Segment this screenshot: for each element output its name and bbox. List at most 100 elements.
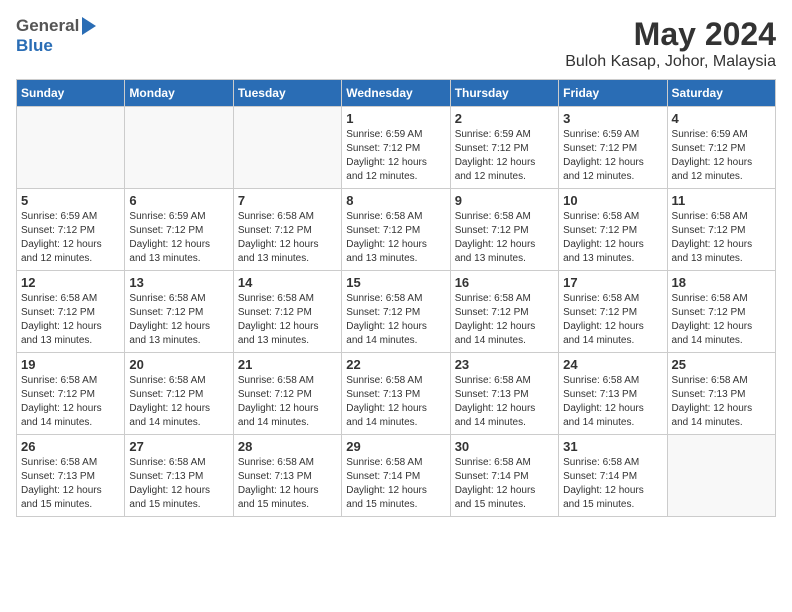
day-info: Sunrise: 6:58 AM Sunset: 7:12 PM Dayligh… [129, 292, 228, 348]
day-info: Sunrise: 6:58 AM Sunset: 7:14 PM Dayligh… [346, 456, 445, 512]
day-number: 3 [563, 111, 662, 126]
calendar-cell: 17 Sunrise: 6:58 AM Sunset: 7:12 PM Dayli… [559, 271, 667, 353]
day-number: 1 [346, 111, 445, 126]
calendar-cell: 27 Sunrise: 6:58 AM Sunset: 7:13 PM Dayli… [125, 435, 233, 517]
day-number: 5 [21, 193, 120, 208]
day-info: Sunrise: 6:59 AM Sunset: 7:12 PM Dayligh… [672, 128, 771, 184]
month-title: May 2024 [565, 16, 776, 53]
day-number: 16 [455, 275, 554, 290]
day-number: 31 [563, 439, 662, 454]
calendar-cell: 18 Sunrise: 6:58 AM Sunset: 7:12 PM Dayli… [667, 271, 775, 353]
calendar-cell [667, 435, 775, 517]
calendar-header-row: SundayMondayTuesdayWednesdayThursdayFrid… [17, 80, 776, 107]
calendar-cell: 16 Sunrise: 6:58 AM Sunset: 7:12 PM Dayli… [450, 271, 558, 353]
day-number: 7 [238, 193, 337, 208]
day-number: 30 [455, 439, 554, 454]
day-info: Sunrise: 6:59 AM Sunset: 7:12 PM Dayligh… [346, 128, 445, 184]
day-info: Sunrise: 6:58 AM Sunset: 7:13 PM Dayligh… [346, 374, 445, 430]
calendar-week-row: 5 Sunrise: 6:59 AM Sunset: 7:12 PM Daylig… [17, 189, 776, 271]
calendar-cell: 9 Sunrise: 6:58 AM Sunset: 7:12 PM Daylig… [450, 189, 558, 271]
calendar-cell: 19 Sunrise: 6:58 AM Sunset: 7:12 PM Dayli… [17, 353, 125, 435]
day-number: 28 [238, 439, 337, 454]
calendar-cell: 31 Sunrise: 6:58 AM Sunset: 7:14 PM Dayli… [559, 435, 667, 517]
day-info: Sunrise: 6:59 AM Sunset: 7:12 PM Dayligh… [129, 210, 228, 266]
weekday-header: Thursday [450, 80, 558, 107]
calendar-cell: 2 Sunrise: 6:59 AM Sunset: 7:12 PM Daylig… [450, 107, 558, 189]
day-info: Sunrise: 6:58 AM Sunset: 7:13 PM Dayligh… [21, 456, 120, 512]
calendar-week-row: 12 Sunrise: 6:58 AM Sunset: 7:12 PM Dayli… [17, 271, 776, 353]
day-info: Sunrise: 6:59 AM Sunset: 7:12 PM Dayligh… [563, 128, 662, 184]
day-number: 12 [21, 275, 120, 290]
calendar-cell: 13 Sunrise: 6:58 AM Sunset: 7:12 PM Dayli… [125, 271, 233, 353]
calendar-cell: 24 Sunrise: 6:58 AM Sunset: 7:13 PM Dayli… [559, 353, 667, 435]
day-info: Sunrise: 6:59 AM Sunset: 7:12 PM Dayligh… [455, 128, 554, 184]
day-info: Sunrise: 6:58 AM Sunset: 7:12 PM Dayligh… [563, 292, 662, 348]
day-number: 9 [455, 193, 554, 208]
calendar-cell [233, 107, 341, 189]
day-info: Sunrise: 6:58 AM Sunset: 7:14 PM Dayligh… [455, 456, 554, 512]
calendar-cell: 23Sunrise: 6:58 AM Sunset: 7:13 PM Dayli… [450, 353, 558, 435]
calendar-cell: 25Sunrise: 6:58 AM Sunset: 7:13 PM Dayli… [667, 353, 775, 435]
day-info: Sunrise: 6:58 AM Sunset: 7:12 PM Dayligh… [455, 292, 554, 348]
logo-general: General [16, 16, 79, 36]
weekday-header: Saturday [667, 80, 775, 107]
calendar-cell: 15 Sunrise: 6:58 AM Sunset: 7:12 PM Dayli… [342, 271, 450, 353]
calendar-cell: 29 Sunrise: 6:58 AM Sunset: 7:14 PM Dayli… [342, 435, 450, 517]
location-title: Buloh Kasap, Johor, Malaysia [565, 53, 776, 71]
day-number: 11 [672, 193, 771, 208]
day-number: 4 [672, 111, 771, 126]
day-number: 29 [346, 439, 445, 454]
day-info: Sunrise: 6:58 AM Sunset: 7:13 PM Dayligh… [455, 374, 554, 430]
day-info: Sunrise: 6:58 AM Sunset: 7:12 PM Dayligh… [455, 210, 554, 266]
day-number: 2 [455, 111, 554, 126]
day-info: Sunrise: 6:58 AM Sunset: 7:12 PM Dayligh… [672, 292, 771, 348]
calendar-cell [17, 107, 125, 189]
calendar-cell: 28 Sunrise: 6:58 AM Sunset: 7:13 PM Dayli… [233, 435, 341, 517]
calendar-cell: 8Sunrise: 6:58 AM Sunset: 7:12 PM Daylig… [342, 189, 450, 271]
day-info: Sunrise: 6:58 AM Sunset: 7:13 PM Dayligh… [129, 456, 228, 512]
day-number: 19 [21, 357, 120, 372]
calendar-cell: 4 Sunrise: 6:59 AM Sunset: 7:12 PM Daylig… [667, 107, 775, 189]
page-header: General Blue May 2024 Buloh Kasap, Johor… [16, 16, 776, 71]
day-number: 17 [563, 275, 662, 290]
calendar-cell: 12 Sunrise: 6:58 AM Sunset: 7:12 PM Dayli… [17, 271, 125, 353]
weekday-header: Friday [559, 80, 667, 107]
logo: General Blue [16, 16, 96, 56]
day-info: Sunrise: 6:58 AM Sunset: 7:12 PM Dayligh… [129, 374, 228, 430]
weekday-header: Monday [125, 80, 233, 107]
day-info: Sunrise: 6:58 AM Sunset: 7:12 PM Dayligh… [672, 210, 771, 266]
day-info: Sunrise: 6:58 AM Sunset: 7:13 PM Dayligh… [238, 456, 337, 512]
calendar-cell: 26 Sunrise: 6:58 AM Sunset: 7:13 PM Dayli… [17, 435, 125, 517]
day-number: 27 [129, 439, 228, 454]
day-info: Sunrise: 6:59 AM Sunset: 7:12 PM Dayligh… [21, 210, 120, 266]
day-info: Sunrise: 6:58 AM Sunset: 7:12 PM Dayligh… [346, 210, 445, 266]
day-number: 20 [129, 357, 228, 372]
day-number: 26 [21, 439, 120, 454]
calendar-cell: 6 Sunrise: 6:59 AM Sunset: 7:12 PM Daylig… [125, 189, 233, 271]
day-info: Sunrise: 6:58 AM Sunset: 7:13 PM Dayligh… [563, 374, 662, 430]
day-number: 14 [238, 275, 337, 290]
day-number: 22 [346, 357, 445, 372]
day-number: 6 [129, 193, 228, 208]
day-info: Sunrise: 6:58 AM Sunset: 7:12 PM Dayligh… [21, 374, 120, 430]
day-number: 18 [672, 275, 771, 290]
calendar-cell: 1 Sunrise: 6:59 AM Sunset: 7:12 PM Daylig… [342, 107, 450, 189]
day-number: 25 [672, 357, 771, 372]
calendar-week-row: 1 Sunrise: 6:59 AM Sunset: 7:12 PM Daylig… [17, 107, 776, 189]
calendar-cell: 3 Sunrise: 6:59 AM Sunset: 7:12 PM Daylig… [559, 107, 667, 189]
calendar-cell: 10Sunrise: 6:58 AM Sunset: 7:12 PM Dayli… [559, 189, 667, 271]
title-area: May 2024 Buloh Kasap, Johor, Malaysia [565, 16, 776, 71]
day-info: Sunrise: 6:58 AM Sunset: 7:12 PM Dayligh… [346, 292, 445, 348]
logo-blue: Blue [16, 36, 53, 56]
weekday-header: Wednesday [342, 80, 450, 107]
calendar-cell: 20 Sunrise: 6:58 AM Sunset: 7:12 PM Dayli… [125, 353, 233, 435]
calendar-cell [125, 107, 233, 189]
calendar-cell: 7Sunrise: 6:58 AM Sunset: 7:12 PM Daylig… [233, 189, 341, 271]
day-info: Sunrise: 6:58 AM Sunset: 7:14 PM Dayligh… [563, 456, 662, 512]
calendar-week-row: 19 Sunrise: 6:58 AM Sunset: 7:12 PM Dayli… [17, 353, 776, 435]
day-number: 13 [129, 275, 228, 290]
day-info: Sunrise: 6:58 AM Sunset: 7:12 PM Dayligh… [238, 292, 337, 348]
day-number: 24 [563, 357, 662, 372]
day-number: 15 [346, 275, 445, 290]
day-info: Sunrise: 6:58 AM Sunset: 7:12 PM Dayligh… [21, 292, 120, 348]
